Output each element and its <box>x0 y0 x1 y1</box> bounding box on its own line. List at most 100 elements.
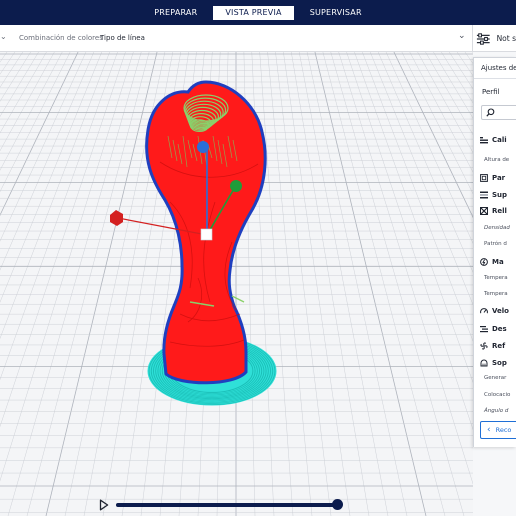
setting-category-row[interactable]: Sup <box>480 188 516 202</box>
setting-label: Tempera <box>484 291 508 297</box>
grid-line <box>306 52 408 516</box>
setting-label: Ángulo d <box>484 408 509 414</box>
grid-line <box>322 52 446 516</box>
settings-search-input[interactable] <box>481 105 516 120</box>
setting-category-row[interactable]: Des <box>480 322 516 336</box>
print-settings-label: Not s <box>496 34 516 43</box>
grid-line <box>346 52 473 431</box>
setting-category-label: Sup <box>492 191 508 199</box>
color-scheme-label: Combinación de colores <box>19 34 103 42</box>
setting-category-row[interactable]: Ma <box>480 255 516 269</box>
setting-label: Densidad <box>484 225 510 231</box>
setting-category-label: Cali <box>492 136 507 144</box>
layer-path-slider[interactable] <box>116 503 340 507</box>
setting-row[interactable]: Tempera <box>480 271 516 285</box>
grid-line <box>464 52 473 64</box>
color-scheme-dropdown[interactable]: Tipo de línea <box>100 34 145 42</box>
stage-tab-preview[interactable]: VISTA PREVIA <box>213 5 294 20</box>
grid-line <box>291 52 370 516</box>
setting-label: Colocacio <box>484 392 511 398</box>
setting-category-row[interactable]: Velo <box>480 304 516 318</box>
panel-divider <box>474 78 516 79</box>
grid-line <box>0 52 8 63</box>
grid-line <box>0 52 63 171</box>
grid-line <box>26 52 150 516</box>
walls-icon <box>480 174 488 182</box>
grid-line <box>401 52 473 195</box>
setting-label: Altura de <box>484 157 510 163</box>
setting-category-label: Ma <box>492 258 504 266</box>
setting-row[interactable]: Patrón d <box>480 237 516 251</box>
grid-line <box>0 52 102 303</box>
setting-category-label: Par <box>492 174 506 182</box>
play-icon[interactable] <box>99 499 109 511</box>
grid-line <box>377 52 473 273</box>
travel-icon <box>480 325 488 333</box>
grid-line <box>283 52 351 516</box>
gizmo-handle-z <box>197 141 209 153</box>
setting-row[interactable]: Altura de <box>480 153 516 167</box>
recommended-button[interactable]: ‹ Reco <box>480 421 516 439</box>
grid-line <box>298 52 389 516</box>
setting-category-label: Sop <box>492 359 507 367</box>
grid-line <box>409 52 473 173</box>
setting-category-row[interactable]: Sop <box>480 356 516 370</box>
grid-line <box>0 52 134 482</box>
setting-category-label: Ref <box>492 342 506 350</box>
setting-category-row[interactable]: Rell <box>480 204 516 218</box>
quality-icon <box>480 136 488 144</box>
grid-line <box>370 52 473 306</box>
grid-line <box>0 52 87 242</box>
grid-line <box>0 52 39 117</box>
gizmo-handle-y <box>230 180 242 192</box>
chevron-left-icon: ‹ <box>487 425 491 435</box>
grid-line <box>0 52 55 152</box>
grid-line <box>0 52 47 134</box>
grid-line <box>338 52 473 485</box>
grid-line <box>433 52 473 119</box>
gizmo-origin <box>200 228 213 241</box>
setting-category-label: Des <box>492 325 507 333</box>
search-icon <box>486 108 495 117</box>
layer-path-slider-handle[interactable] <box>332 499 343 510</box>
grid-line <box>441 52 473 104</box>
grid-line <box>45 52 158 516</box>
setting-label: Generar <box>484 375 507 381</box>
chevron-down-icon[interactable]: ⌄ <box>458 31 466 41</box>
toolbar-divider <box>472 25 473 52</box>
setting-row[interactable]: Generar <box>480 371 516 385</box>
scene-canvas <box>0 52 473 516</box>
setting-row[interactable]: Colocacio <box>480 388 516 402</box>
setting-category-label: Rell <box>492 207 507 215</box>
setting-category-label: Velo <box>492 307 509 315</box>
support-icon <box>480 359 488 367</box>
stage-tab-prepare[interactable]: PREPARAR <box>142 6 209 20</box>
setting-row[interactable]: Densidad <box>480 221 516 235</box>
grid-line <box>0 52 118 381</box>
setting-row[interactable]: Tempera <box>480 287 516 301</box>
grid-line <box>330 52 465 516</box>
setting-category-row[interactable]: Cali <box>480 133 516 147</box>
setting-category-row[interactable]: Ref <box>480 339 516 353</box>
speed-icon <box>480 307 488 315</box>
print-settings-panel: Ajustes de i Perfil Cali Altura de Par Sup R… <box>473 57 516 447</box>
grid-line <box>0 52 23 88</box>
topbottom-icon <box>480 191 488 199</box>
grid-line <box>7 52 142 516</box>
build-plate-viewport[interactable] <box>0 52 473 516</box>
gizmo-handle-x <box>110 210 123 226</box>
material-icon <box>480 258 488 266</box>
print-settings-button[interactable]: Not s <box>476 27 516 50</box>
stage-menu: PREPARAR VISTA PREVIA SUPERVISAR <box>0 0 516 25</box>
grid-line <box>0 52 110 340</box>
chevron-down-icon[interactable]: ⌄ <box>0 32 8 41</box>
grid-line <box>449 52 473 90</box>
setting-label: Patrón d <box>484 241 507 247</box>
grid-line <box>267 52 313 516</box>
stage-tab-monitor[interactable]: SUPERVISAR <box>298 6 374 20</box>
setting-category-row[interactable]: Par <box>480 171 516 185</box>
grid-line <box>385 52 473 244</box>
sliders-icon <box>476 32 490 45</box>
profile-label: Perfil <box>482 88 500 96</box>
setting-row[interactable]: Ángulo d <box>480 404 516 418</box>
